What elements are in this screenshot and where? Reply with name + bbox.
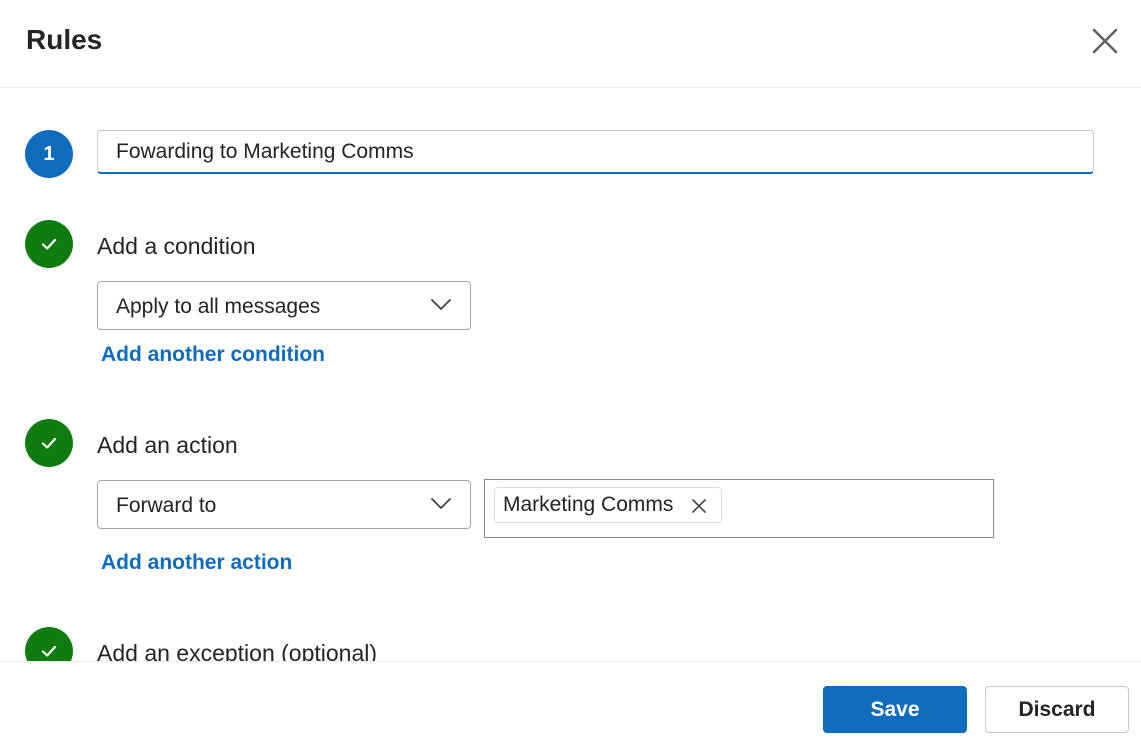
action-dropdown[interactable]: Forward to: [97, 480, 471, 529]
save-button[interactable]: Save: [823, 686, 967, 733]
checkmark-icon: [41, 437, 57, 449]
recipient-chip: Marketing Comms: [494, 487, 723, 523]
remove-icon[interactable]: [691, 498, 707, 514]
exception-heading: Add an exception (optional): [97, 640, 378, 661]
add-condition-link[interactable]: Add another condition: [101, 343, 325, 367]
condition-selected-value: Apply to all messages: [116, 295, 321, 318]
step-number-badge: 1: [25, 130, 73, 178]
condition-heading: Add a condition: [97, 233, 256, 259]
chevron-down-icon: [431, 498, 451, 509]
checkmark-icon: [41, 238, 57, 250]
dialog-title: Rules: [26, 24, 103, 55]
action-heading: Add an action: [97, 432, 238, 458]
chevron-down-icon: [431, 299, 451, 310]
forward-recipients-field[interactable]: Marketing Comms: [484, 479, 994, 538]
action-selected-value: Forward to: [116, 494, 217, 517]
rule-editor: 1 Add a condition Apply to all messages …: [0, 88, 1141, 661]
step-number: 1: [43, 142, 55, 165]
discard-button[interactable]: Discard: [985, 686, 1129, 733]
condition-dropdown[interactable]: Apply to all messages: [97, 281, 471, 330]
action-complete-badge: [25, 419, 73, 467]
checkmark-icon: [41, 645, 57, 657]
dialog-footer: Save Discard: [0, 661, 1141, 746]
condition-complete-badge: [25, 220, 73, 268]
dialog-header: Rules: [0, 0, 1141, 88]
recipient-name: Marketing Comms: [503, 493, 674, 516]
rule-name-input[interactable]: [97, 130, 1094, 174]
add-action-link[interactable]: Add another action: [101, 551, 292, 575]
exception-complete-badge: [25, 627, 73, 661]
close-icon[interactable]: [1088, 24, 1122, 58]
